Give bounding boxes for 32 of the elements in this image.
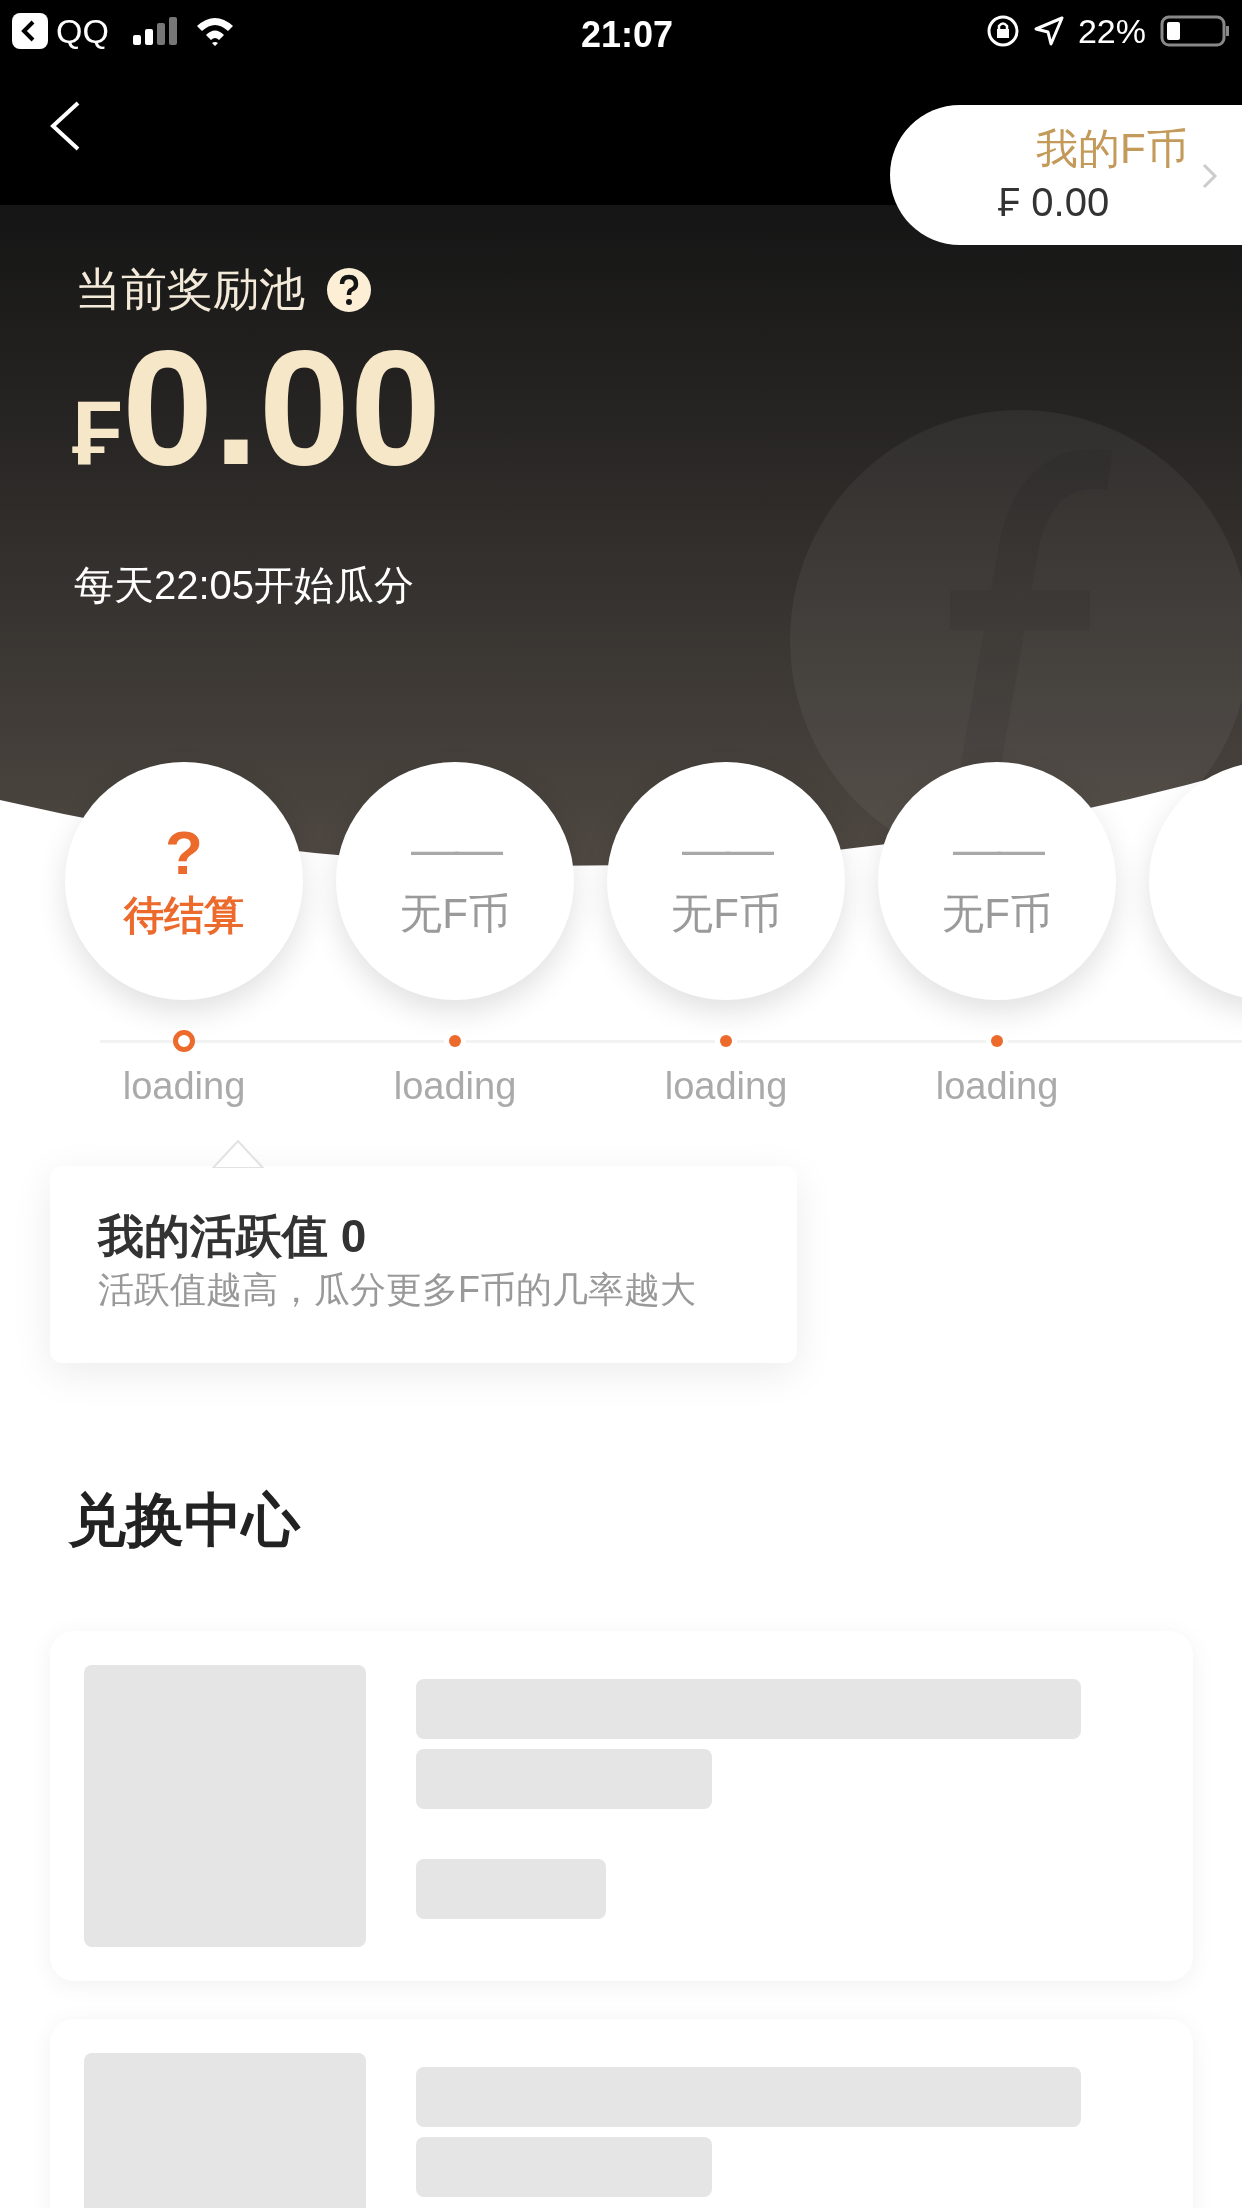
status-time: 21:07 — [581, 13, 674, 57]
rotation-lock-icon — [985, 14, 1020, 48]
back-app-icon[interactable] — [12, 13, 48, 49]
round-label: loading — [122, 1064, 246, 1109]
my-coins-label: 我的F币 — [1035, 124, 1188, 174]
round-status: 无F币 — [671, 889, 781, 939]
back-icon[interactable] — [48, 100, 82, 152]
dash-mark: —— — [682, 822, 770, 878]
round-status: 无F币 — [400, 889, 510, 939]
question-mark: ? — [165, 821, 203, 885]
section-title: 兑换中心 — [68, 1486, 302, 1554]
chevron-right-icon — [1202, 163, 1218, 189]
round-label: loading — [393, 1064, 517, 1109]
dash-mark: —— — [411, 822, 499, 878]
reward-pool-title: 当前奖励池 — [75, 262, 305, 317]
battery-percent: 22% — [1077, 10, 1146, 52]
location-icon — [1033, 16, 1064, 46]
round-status: 无F币 — [942, 889, 1052, 939]
my-coins-button[interactable]: 我的F币 ₣ 0.00 — [890, 105, 1242, 245]
activity-hint: 活跃值越高，瓜分更多F币的几率越大 — [98, 1268, 697, 1312]
battery-icon — [1160, 15, 1230, 47]
round-status: 待结算 — [124, 892, 244, 939]
back-app-label[interactable]: QQ — [56, 5, 109, 57]
split-schedule: 每天22:05开始瓜分 — [74, 562, 415, 609]
my-coins-amount: ₣ 0.00 — [998, 179, 1110, 226]
reward-pool-amount: 0.00 — [122, 323, 442, 493]
round-label: loading — [664, 1064, 788, 1109]
currency-symbol: ₣ — [72, 382, 123, 485]
round-label: loading — [935, 1064, 1059, 1109]
dash-mark: —— — [953, 822, 1041, 878]
activity-value: 我的活跃值 0 — [98, 1209, 368, 1264]
help-icon[interactable] — [327, 267, 371, 312]
